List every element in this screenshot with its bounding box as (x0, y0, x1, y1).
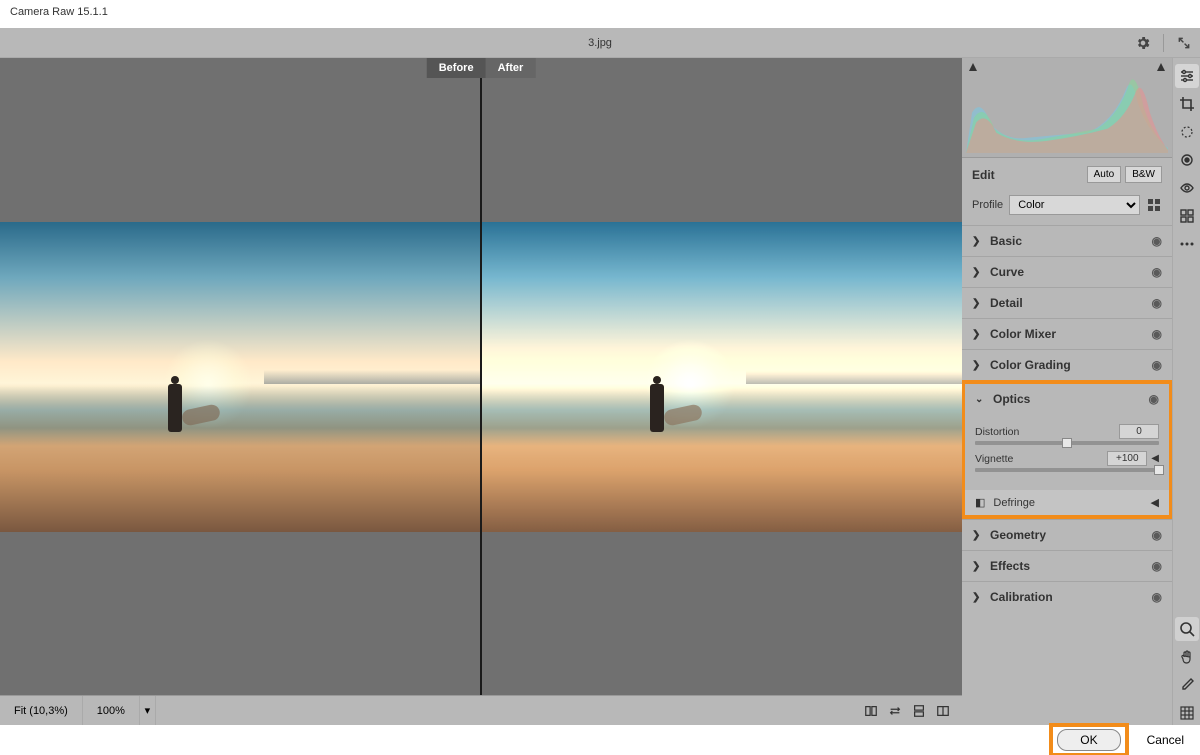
visibility-icon[interactable]: ◉ (1152, 358, 1162, 372)
preview-area: Before After Fit (10,3%) 100% ▾ (0, 58, 962, 725)
profile-label: Profile (972, 199, 1003, 211)
chevron-right-icon: ❯ (972, 592, 982, 603)
auto-button[interactable]: Auto (1087, 166, 1122, 183)
dialog-buttons: OK Cancel (0, 725, 1200, 755)
crop-tool-icon[interactable] (1175, 92, 1199, 116)
chevron-right-icon: ❯ (972, 561, 982, 572)
distortion-label: Distortion (975, 426, 1019, 438)
section-color-grading[interactable]: ❯Color Grading◉ (962, 350, 1172, 380)
ok-button[interactable]: OK (1057, 729, 1120, 751)
chevron-right-icon: ❯ (972, 530, 982, 541)
preview-before[interactable] (0, 58, 482, 695)
expand-arrow-icon[interactable]: ◀ (1151, 496, 1159, 509)
visibility-icon[interactable]: ◉ (1149, 392, 1159, 406)
zoom-tool-icon[interactable] (1175, 617, 1199, 641)
preview-after[interactable] (482, 58, 962, 695)
tool-rail (1172, 58, 1200, 725)
titlebar: Camera Raw 15.1.1 (0, 0, 1200, 28)
document-toolbar: 3.jpg (0, 28, 1200, 58)
settings-icon[interactable] (1133, 33, 1153, 53)
visibility-icon[interactable]: ◉ (1152, 234, 1162, 248)
swap-icon[interactable] (884, 700, 906, 722)
chevron-right-icon: ❯ (972, 360, 982, 371)
fullscreen-icon[interactable] (1174, 33, 1194, 53)
color-sampler-icon[interactable] (1175, 673, 1199, 697)
after-label[interactable]: After (486, 58, 536, 78)
preview-footer: Fit (10,3%) 100% ▾ (0, 695, 962, 725)
app-title: Camera Raw 15.1.1 (10, 6, 108, 18)
vignette-value[interactable]: +100 (1107, 451, 1147, 466)
visibility-icon[interactable]: ◉ (1152, 528, 1162, 542)
before-label[interactable]: Before (427, 58, 486, 78)
bw-button[interactable]: B&W (1125, 166, 1162, 183)
file-name: 3.jpg (588, 37, 612, 49)
section-basic[interactable]: ❯Basic◉ (962, 226, 1172, 256)
compare-single-icon[interactable] (932, 700, 954, 722)
edit-tool-icon[interactable] (1175, 64, 1199, 88)
visibility-icon[interactable]: ◉ (1152, 265, 1162, 279)
mask-tool-icon[interactable] (1175, 148, 1199, 172)
section-effects[interactable]: ❯Effects◉ (962, 551, 1172, 581)
zoom-dropdown[interactable]: ▾ (140, 696, 156, 725)
compare-split-h-icon[interactable] (908, 700, 930, 722)
chevron-right-icon: ❯ (972, 267, 982, 278)
visibility-icon[interactable]: ◉ (1152, 559, 1162, 573)
visibility-icon[interactable]: ◉ (1152, 590, 1162, 604)
section-curve[interactable]: ❯Curve◉ (962, 257, 1172, 287)
reset-arrow-icon[interactable]: ◀ (1151, 453, 1159, 464)
shadow-clipping-icon[interactable] (968, 62, 978, 72)
edit-panel: Edit Auto B&W Profile Color ❯Basic◉ ❯Cur… (962, 58, 1172, 725)
more-icon[interactable] (1175, 232, 1199, 256)
section-calibration[interactable]: ❯Calibration◉ (962, 582, 1172, 612)
heal-tool-icon[interactable] (1175, 120, 1199, 144)
defringe-icon: ◧ (975, 496, 985, 509)
chevron-down-icon: ⌄ (975, 394, 985, 405)
vignette-slider[interactable]: Vignette +100 ◀ (975, 451, 1159, 472)
distortion-value[interactable]: 0 (1119, 424, 1159, 439)
highlight-clipping-icon[interactable] (1156, 62, 1166, 72)
visibility-icon[interactable]: ◉ (1152, 327, 1162, 341)
chevron-right-icon: ❯ (972, 298, 982, 309)
compare-split-v-icon[interactable] (860, 700, 882, 722)
zoom-100-button[interactable]: 100% (83, 696, 140, 725)
vignette-label: Vignette (975, 453, 1013, 465)
section-geometry[interactable]: ❯Geometry◉ (962, 520, 1172, 550)
zoom-fit-button[interactable]: Fit (10,3%) (0, 696, 83, 725)
section-color-mixer[interactable]: ❯Color Mixer◉ (962, 319, 1172, 349)
cancel-button[interactable]: Cancel (1147, 733, 1184, 747)
section-optics[interactable]: ⌄ Optics ◉ (965, 384, 1169, 414)
distortion-slider[interactable]: Distortion 0 (975, 424, 1159, 445)
redeye-tool-icon[interactable] (1175, 176, 1199, 200)
profile-select[interactable]: Color (1009, 195, 1140, 215)
profile-row: Profile Color (962, 191, 1172, 225)
chevron-right-icon: ❯ (972, 329, 982, 340)
defringe-row[interactable]: ◧ Defringe ◀ (965, 490, 1169, 515)
edit-label: Edit (972, 168, 995, 182)
histogram[interactable] (962, 58, 1172, 158)
profile-browser-icon[interactable] (1146, 197, 1162, 213)
grid-icon[interactable] (1175, 701, 1199, 725)
chevron-right-icon: ❯ (972, 236, 982, 247)
visibility-icon[interactable]: ◉ (1152, 296, 1162, 310)
hand-tool-icon[interactable] (1175, 645, 1199, 669)
section-detail[interactable]: ❯Detail◉ (962, 288, 1172, 318)
presets-icon[interactable] (1175, 204, 1199, 228)
edit-header: Edit Auto B&W (962, 158, 1172, 191)
